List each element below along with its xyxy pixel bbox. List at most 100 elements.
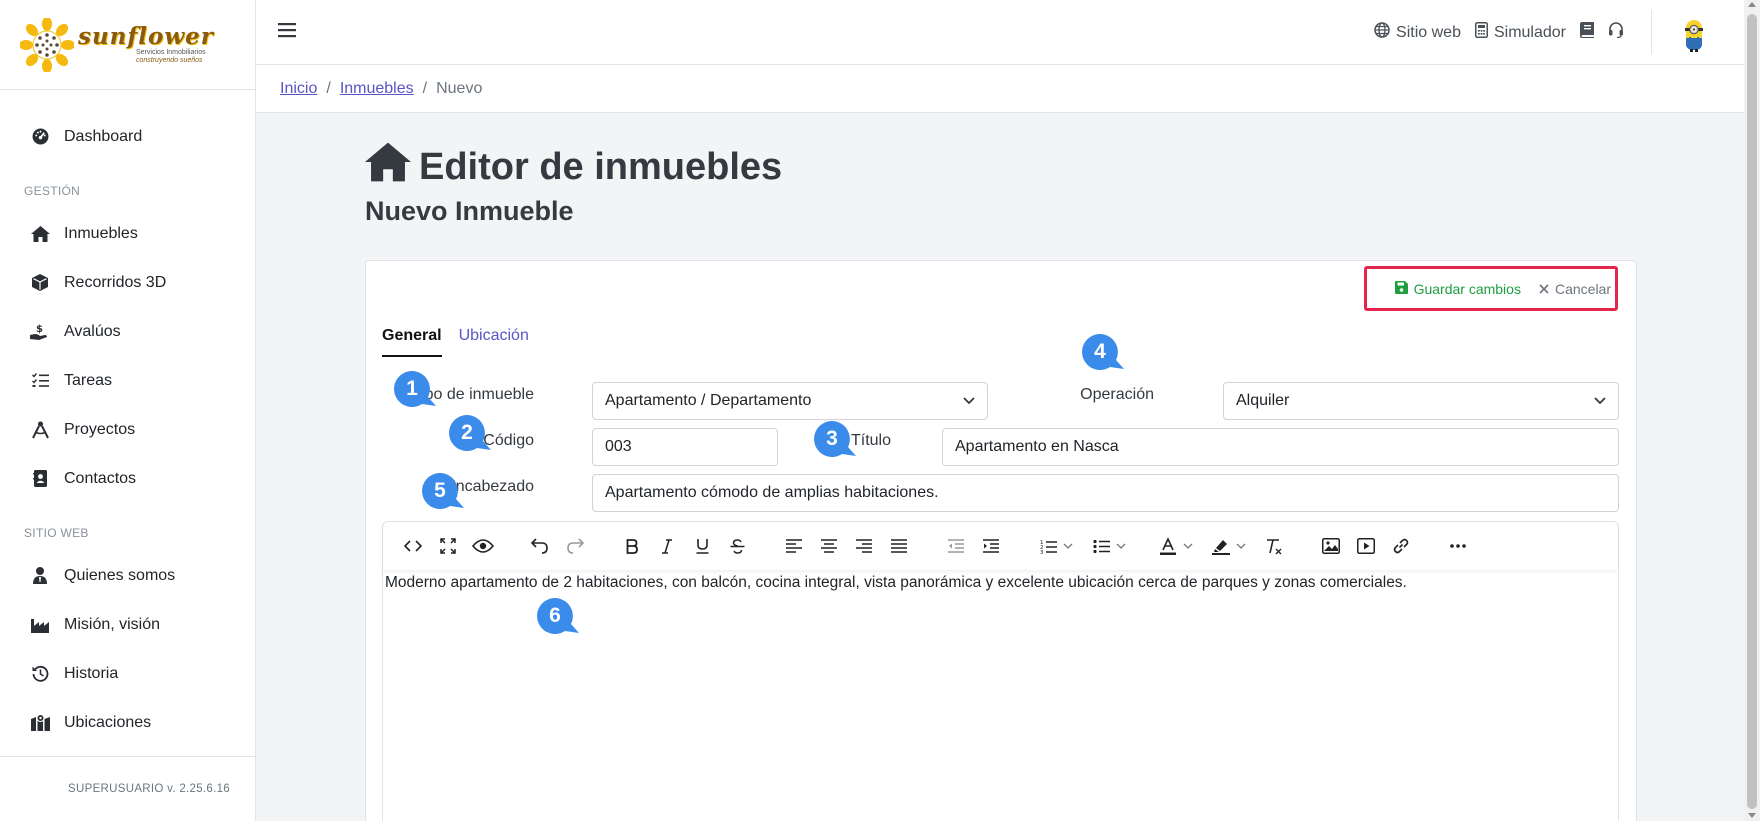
page-scrollbar[interactable]	[1744, 0, 1760, 821]
breadcrumb-inmuebles-link[interactable]: Inmuebles	[340, 80, 414, 98]
redo-icon[interactable]	[561, 532, 589, 560]
hand-dollar-icon: $	[30, 322, 50, 342]
scroll-down-icon[interactable]	[1748, 813, 1756, 818]
align-justify-icon[interactable]	[885, 532, 913, 560]
save-button[interactable]: Guardar cambios	[1394, 280, 1521, 297]
property-form-card: Guardar cambios Cancelar General Ubicaci…	[365, 260, 1637, 821]
align-right-icon[interactable]	[850, 532, 878, 560]
scrollbar-thumb[interactable]	[1747, 14, 1757, 809]
callout-number: 2	[461, 421, 473, 444]
operacion-select[interactable]: Alquiler	[1223, 382, 1619, 420]
map-location-icon	[30, 713, 50, 733]
editor-toolbar: 123	[383, 522, 1618, 570]
logo-tagline: Servicios Inmobiliarios	[136, 48, 206, 56]
clear-format-icon[interactable]	[1260, 532, 1288, 560]
cancel-button-label: Cancelar	[1554, 280, 1611, 297]
breadcrumb-home-link[interactable]: Inicio	[280, 80, 317, 98]
simulator-link-label: Simulador	[1493, 23, 1566, 41]
scroll-up-icon[interactable]	[1748, 2, 1756, 7]
titulo-value: Apartamento en Nasca	[955, 438, 1119, 455]
floppy-disk-icon	[1394, 280, 1408, 297]
sidebar-item-tareas[interactable]: Tareas	[0, 356, 255, 405]
numbered-list-icon[interactable]: 123	[1034, 532, 1062, 560]
callout-marker: 2	[449, 415, 491, 451]
globe-icon	[1374, 22, 1390, 43]
book-button[interactable]	[1580, 22, 1594, 43]
more-options-icon[interactable]	[1444, 532, 1472, 560]
bold-icon[interactable]	[618, 532, 646, 560]
sidebar-item-ubicaciones[interactable]: Ubicaciones	[0, 698, 255, 747]
menu-toggle-icon[interactable]	[278, 22, 296, 38]
sidebar-item-contactos[interactable]: Contactos	[0, 454, 255, 503]
strikethrough-icon[interactable]	[723, 532, 751, 560]
titulo-input[interactable]: Apartamento en Nasca	[942, 428, 1619, 466]
highlight-icon[interactable]	[1207, 532, 1235, 560]
sidebar-item-quienes-somos[interactable]: Quienes somos	[0, 551, 255, 600]
sidebar-item-historia[interactable]: Historia	[0, 649, 255, 698]
site-link[interactable]: Sitio web	[1374, 22, 1461, 43]
chevron-down-icon[interactable]	[1236, 532, 1248, 560]
operacion-value: Alquiler	[1236, 392, 1290, 409]
sidebar-item-inmuebles[interactable]: Inmuebles	[0, 209, 255, 258]
indent-icon[interactable]	[977, 532, 1005, 560]
sidebar-item-label: Avalúos	[64, 322, 121, 340]
tab-ubicacion[interactable]: Ubicación	[459, 327, 529, 357]
tab-general[interactable]: General	[382, 327, 442, 357]
underline-icon[interactable]	[688, 532, 716, 560]
callout-marker: 4	[1082, 334, 1124, 370]
chevron-down-icon[interactable]	[1183, 532, 1195, 560]
sidebar-item-proyectos[interactable]: Proyectos	[0, 405, 255, 454]
callout-number: 5	[434, 479, 446, 502]
italic-icon[interactable]	[653, 532, 681, 560]
book-icon	[1580, 22, 1594, 43]
svg-text:3: 3	[1040, 550, 1044, 554]
text-color-icon[interactable]	[1154, 532, 1182, 560]
cancel-button[interactable]: Cancelar	[1539, 281, 1611, 297]
encabezado-input[interactable]: Apartamento cómodo de amplias habitacion…	[592, 474, 1619, 512]
history-icon	[30, 664, 50, 684]
sidebar-item-mision-vision[interactable]: Misión, visión	[0, 600, 255, 649]
brand-logo[interactable]: sunflower Servicios Inmobiliarios constr…	[0, 0, 255, 90]
sidebar-item-label: Inmuebles	[64, 224, 138, 242]
align-left-icon[interactable]	[780, 532, 808, 560]
simulator-link[interactable]: Simulador	[1474, 22, 1566, 43]
sidebar-item-label: Dashboard	[64, 127, 143, 145]
sidebar-item-recorridos-3d[interactable]: Recorridos 3D	[0, 258, 255, 307]
sidebar-item-avaluos[interactable]: $ Avalúos	[0, 307, 255, 356]
tipo-inmueble-select[interactable]: Apartamento / Departamento	[592, 382, 988, 420]
sidebar-item-dashboard[interactable]: Dashboard	[0, 112, 255, 161]
user-tie-icon	[30, 566, 50, 586]
fullscreen-icon[interactable]	[434, 532, 462, 560]
link-icon[interactable]	[1387, 532, 1415, 560]
video-icon[interactable]	[1352, 532, 1380, 560]
align-center-icon[interactable]	[815, 532, 843, 560]
svg-text:$: $	[36, 324, 43, 335]
sidebar-item-label: Quienes somos	[64, 566, 176, 584]
support-button[interactable]	[1608, 22, 1624, 43]
industry-icon	[30, 615, 50, 635]
outdent-icon[interactable]	[942, 532, 970, 560]
image-icon[interactable]	[1317, 532, 1345, 560]
chevron-down-icon[interactable]	[1063, 532, 1075, 560]
preview-eye-icon[interactable]	[469, 532, 497, 560]
code-view-icon[interactable]	[399, 532, 427, 560]
undo-icon[interactable]	[526, 532, 554, 560]
sunflower-icon	[19, 16, 75, 73]
codigo-input[interactable]: 003	[592, 428, 778, 466]
page-subtitle: Nuevo Inmueble	[365, 196, 574, 226]
section-label-sitio-web: SITIO WEB	[24, 526, 89, 540]
bullet-list-icon[interactable]	[1087, 532, 1115, 560]
callout-marker: 3	[814, 421, 856, 457]
chevron-down-icon[interactable]	[1116, 532, 1128, 560]
user-avatar[interactable]	[1684, 18, 1704, 52]
save-button-label: Guardar cambios	[1413, 280, 1521, 297]
page-title: Editor de inmuebles	[365, 142, 782, 192]
callout-number: 6	[549, 604, 561, 627]
description-content[interactable]: Moderno apartamento de 2 habitaciones, c…	[383, 570, 1618, 596]
callout-marker: 6	[537, 598, 579, 634]
form-tabs: General Ubicación	[382, 327, 529, 357]
list-check-icon	[30, 371, 50, 391]
close-icon	[1539, 281, 1549, 297]
address-book-icon	[30, 469, 50, 489]
breadcrumb-separator: /	[326, 79, 331, 97]
